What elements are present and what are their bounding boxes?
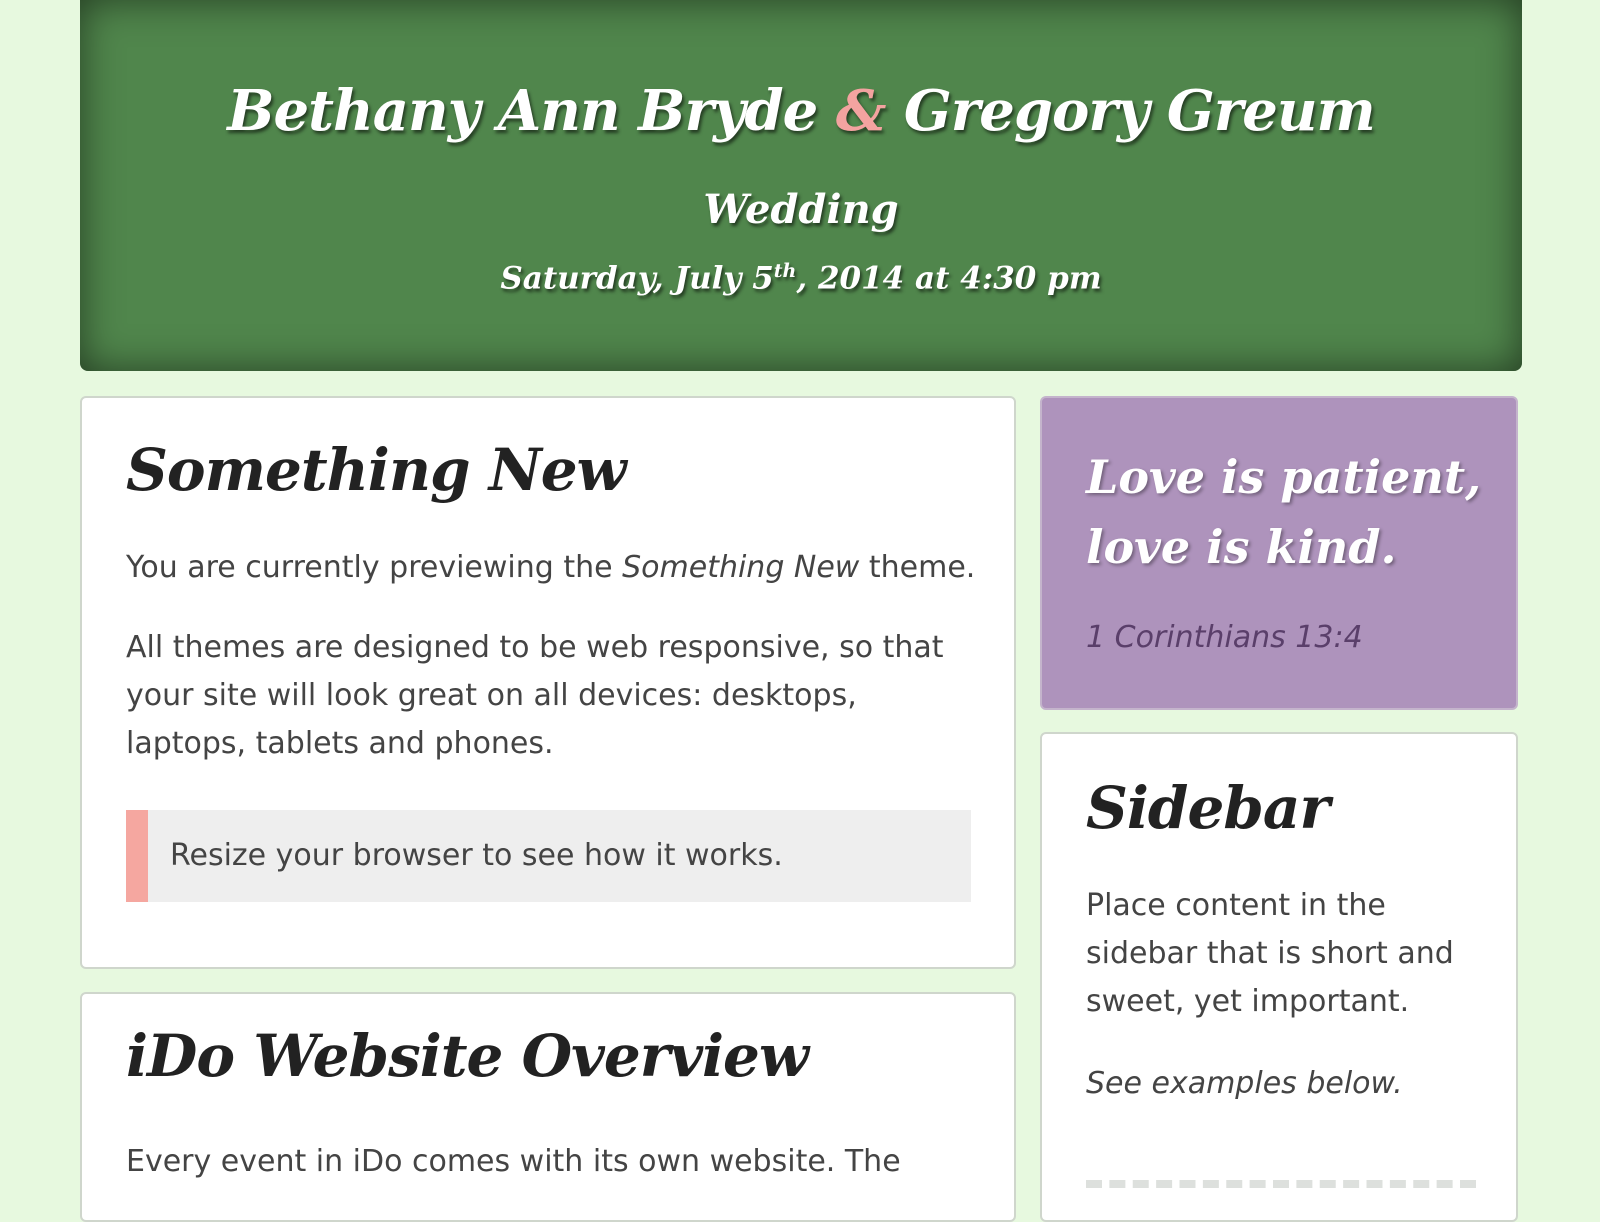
event-date-rest: , 2014 at 4:30 pm xyxy=(796,260,1102,297)
groom-name: Gregory Greum xyxy=(903,78,1376,144)
ampersand: & xyxy=(835,78,887,144)
overview-card: iDo Website Overview Every event in iDo … xyxy=(80,992,1016,1222)
preview-text-end: theme. xyxy=(859,550,976,585)
sidebar-text: Place content in the sidebar that is sho… xyxy=(1086,888,1454,1019)
preview-text-start: You are currently previewing the xyxy=(126,550,623,585)
event-date: Saturday, July 5th, 2014 at 4:30 pm xyxy=(80,260,1522,296)
event-date-suffix: th xyxy=(773,260,797,282)
event-date-prefix: Saturday, July 5 xyxy=(500,260,774,297)
couple-names: Bethany Ann Bryde & Gregory Greum xyxy=(80,78,1522,144)
quote-reference: 1 Corinthians 13:4 xyxy=(1086,620,1363,655)
sidebar-note: See examples below. xyxy=(1086,1066,1403,1101)
something-new-card: Something New You are currently previewi… xyxy=(80,396,1016,969)
overview-paragraph: Every event in iDo comes with its own we… xyxy=(126,1144,901,1179)
quote-line-1: Love is patient, xyxy=(1086,450,1482,504)
sidebar-card: Sidebar Place content in the sidebar tha… xyxy=(1040,732,1518,1222)
quote-line-2: love is kind. xyxy=(1086,520,1397,574)
quote-card: Love is patient, love is kind. 1 Corinthi… xyxy=(1040,396,1518,710)
theme-name: Something New xyxy=(622,550,860,585)
preview-paragraph: You are currently previewing the Somethi… xyxy=(126,544,975,592)
site-header: Bethany Ann Bryde & Gregory Greum Weddin… xyxy=(80,0,1522,371)
card-title: iDo Website Overview xyxy=(126,1022,809,1090)
responsive-paragraph: All themes are designed to be web respon… xyxy=(126,630,944,761)
sidebar-title: Sidebar xyxy=(1086,774,1330,842)
card-title: Something New xyxy=(126,436,627,504)
bride-name: Bethany Ann Bryde xyxy=(227,78,818,144)
dashed-divider xyxy=(1086,1180,1476,1188)
quote-text: Love is patient, love is kind. xyxy=(1086,442,1481,582)
event-name: Wedding xyxy=(703,186,899,233)
resize-callout: Resize your browser to see how it works. xyxy=(126,810,971,902)
